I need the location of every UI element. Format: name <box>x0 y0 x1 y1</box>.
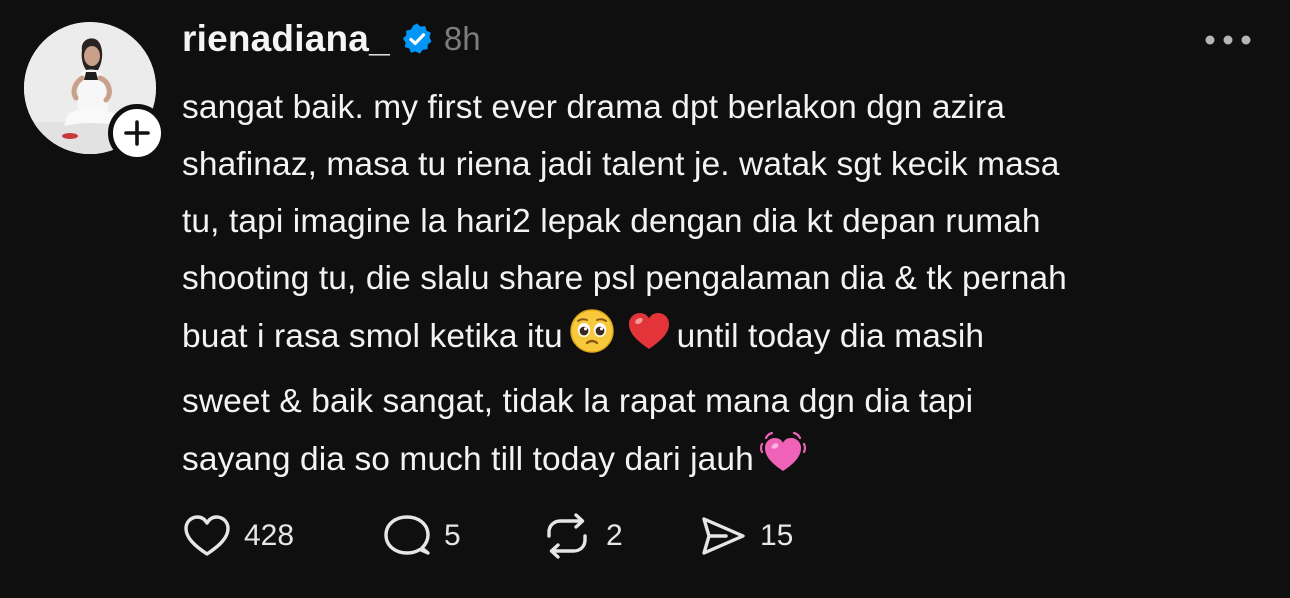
like-count: 428 <box>244 519 295 552</box>
more-horizontal-icon <box>1205 35 1251 45</box>
beating-heart-emoji-icon <box>759 430 807 496</box>
username[interactable]: rienadiana_ <box>182 18 390 60</box>
pleading-face-emoji-icon <box>568 307 616 373</box>
plus-icon <box>124 120 150 146</box>
repost-count: 2 <box>606 519 623 552</box>
share-count: 15 <box>760 519 794 552</box>
reply-button[interactable]: 5 <box>382 512 540 560</box>
avatar-container <box>24 22 166 162</box>
follow-button[interactable] <box>108 104 166 162</box>
like-button[interactable]: 428 <box>182 512 382 560</box>
repost-icon <box>547 513 587 559</box>
post-actions: 428 5 2 15 <box>182 508 838 564</box>
heart-icon <box>184 515 230 556</box>
repost-button[interactable]: 2 <box>540 512 698 560</box>
thread-post: rienadiana_ 8h sangat baik. my first eve… <box>0 0 1290 598</box>
send-icon <box>702 517 745 555</box>
post-timestamp: 8h <box>443 20 481 57</box>
post-body: sangat baik. my first ever drama dpt ber… <box>182 79 1262 496</box>
verified-badge-icon <box>400 22 434 56</box>
post-header: rienadiana_ 8h <box>182 14 481 64</box>
red-heart-emoji-icon <box>626 309 672 373</box>
post-text-part1: sangat baik. my first ever drama dpt ber… <box>182 89 1067 355</box>
comment-icon <box>384 515 430 555</box>
share-button[interactable]: 15 <box>698 512 838 560</box>
more-options-button[interactable] <box>1198 22 1258 58</box>
reply-count: 5 <box>444 519 461 552</box>
